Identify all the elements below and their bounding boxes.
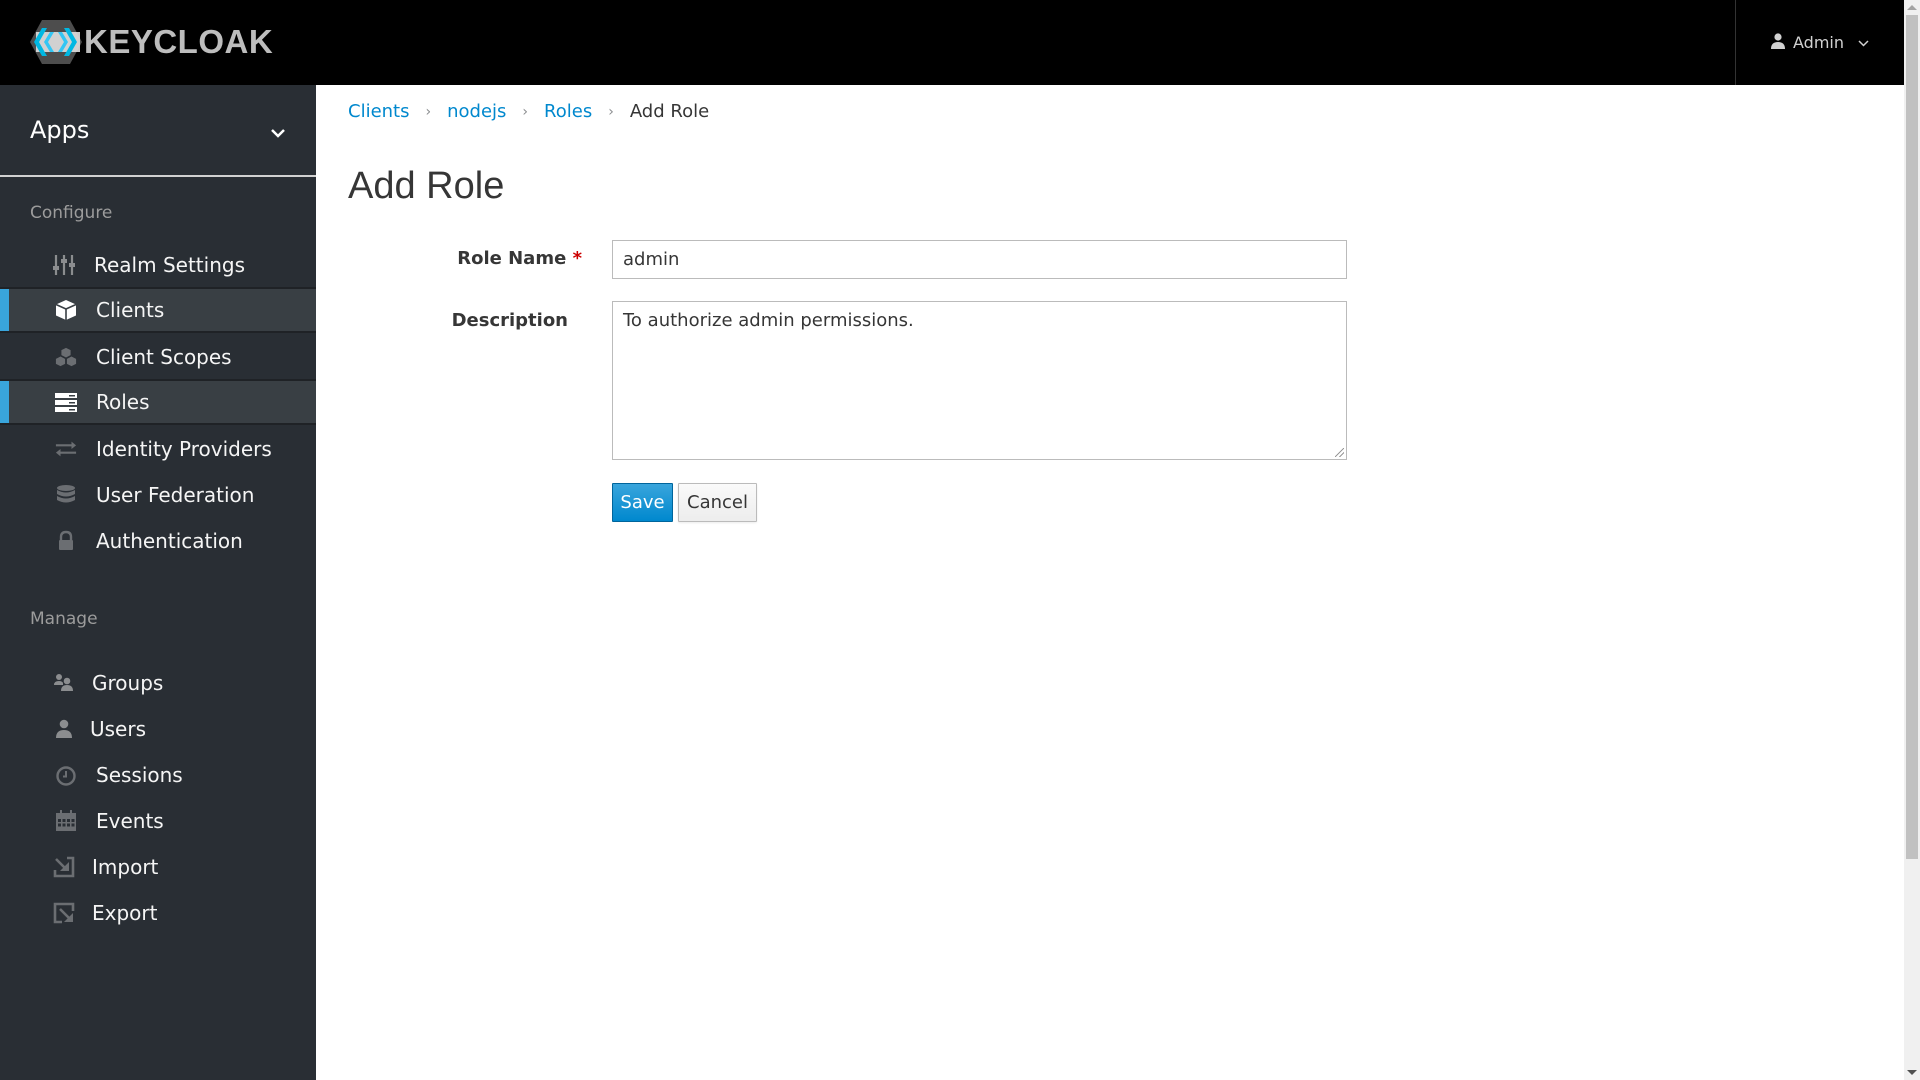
- breadcrumb-roles[interactable]: Roles: [544, 101, 592, 122]
- sidebar-item-label: User Federation: [96, 483, 255, 507]
- sidebar-item-identity-providers[interactable]: Identity Providers: [0, 425, 316, 471]
- breadcrumb-clients[interactable]: Clients: [348, 101, 410, 122]
- chevron-right-icon: ›: [425, 103, 432, 120]
- scrollbar-thumb[interactable]: [1906, 15, 1918, 859]
- realm-selector[interactable]: Apps: [0, 85, 316, 177]
- role-name-label: Role Name *: [442, 248, 582, 269]
- user-name: Admin: [1793, 33, 1844, 52]
- sidebar-item-client-scopes[interactable]: Client Scopes: [0, 333, 316, 379]
- sliders-icon: [52, 253, 76, 277]
- description-textarea[interactable]: To authorize admin permissions.: [612, 301, 1347, 460]
- page-scrollbar[interactable]: [1904, 0, 1920, 1080]
- brand-name: KEYCLOAK: [84, 23, 274, 60]
- users-icon: [52, 671, 76, 695]
- keycloak-logo[interactable]: KEYCLOAK: [28, 18, 273, 66]
- calendar-icon: [54, 809, 78, 833]
- chevron-down-icon: [270, 116, 286, 144]
- save-button[interactable]: Save: [612, 483, 673, 522]
- sidebar-item-label: Groups: [92, 671, 164, 695]
- description-label: Description: [451, 310, 568, 331]
- sidebar-item-label: Sessions: [96, 763, 183, 787]
- breadcrumb: Clients › nodejs › Roles › Add Role: [348, 101, 709, 122]
- server-icon: [54, 390, 78, 414]
- role-name-label-text: Role Name: [457, 248, 567, 269]
- top-navbar: KEYCLOAK Admin: [0, 0, 1904, 85]
- exchange-icon: [54, 437, 78, 461]
- sidebar-item-clients[interactable]: Clients: [0, 287, 316, 333]
- main-content: Clients › nodejs › Roles › Add Role Add …: [316, 85, 1904, 1080]
- sidebar-item-label: Export: [92, 901, 158, 925]
- sidebar-item-label: Authentication: [96, 529, 243, 553]
- section-label-manage: Manage: [30, 609, 98, 629]
- chevron-right-icon: ›: [608, 103, 614, 120]
- sidebar-item-groups[interactable]: Groups: [0, 659, 316, 705]
- chevron-down-icon: [1858, 36, 1869, 50]
- sidebar-item-label: Realm Settings: [94, 253, 245, 277]
- description-text: To authorize admin permissions.: [623, 310, 914, 331]
- breadcrumb-current: Add Role: [629, 101, 710, 122]
- clock-icon: [54, 763, 78, 787]
- sidebar-item-label: Identity Providers: [96, 437, 272, 461]
- lock-icon: [54, 529, 78, 553]
- sidebar-item-events[interactable]: Events: [0, 797, 316, 843]
- sidebar-item-users[interactable]: Users: [0, 705, 316, 751]
- realm-name: Apps: [30, 116, 90, 144]
- sidebar-item-label: Roles: [96, 390, 150, 414]
- sidebar-item-import[interactable]: Import: [0, 843, 316, 889]
- sidebar-item-export[interactable]: Export: [0, 889, 316, 935]
- sidebar-item-sessions[interactable]: Sessions: [0, 751, 316, 797]
- keycloak-logo-icon: [28, 18, 84, 66]
- sidebar-item-label: Clients: [96, 298, 165, 322]
- sidebar: Apps Configure Realm Settings Clients Cl…: [0, 85, 316, 1080]
- required-marker: *: [572, 248, 582, 269]
- database-icon: [54, 483, 78, 507]
- sidebar-item-roles[interactable]: Roles: [0, 379, 316, 425]
- sidebar-item-authentication[interactable]: Authentication: [0, 517, 316, 563]
- sidebar-item-label: Events: [96, 809, 164, 833]
- cube-icon: [54, 298, 78, 322]
- sidebar-item-label: Client Scopes: [96, 345, 232, 369]
- import-icon: [52, 855, 76, 879]
- user-icon: [52, 717, 76, 741]
- resize-handle[interactable]: [1335, 448, 1344, 457]
- breadcrumb-nodejs[interactable]: nodejs: [447, 101, 506, 122]
- section-label-configure: Configure: [30, 203, 113, 223]
- cubes-icon: [54, 345, 78, 369]
- cancel-button[interactable]: Cancel: [678, 483, 757, 522]
- sidebar-item-label: Users: [90, 717, 147, 741]
- sidebar-item-user-federation[interactable]: User Federation: [0, 471, 316, 517]
- page-title: Add Role: [348, 165, 505, 207]
- user-menu[interactable]: Admin: [1735, 0, 1904, 85]
- sidebar-item-label: Import: [92, 855, 159, 879]
- export-icon: [52, 901, 76, 925]
- role-name-input[interactable]: admin: [612, 240, 1347, 279]
- scroll-up-arrow-icon[interactable]: [1907, 5, 1917, 10]
- scroll-down-arrow-icon[interactable]: [1907, 1070, 1917, 1075]
- chevron-right-icon: ›: [522, 103, 529, 120]
- sidebar-item-realm-settings[interactable]: Realm Settings: [0, 241, 316, 287]
- user-icon: [1771, 32, 1785, 53]
